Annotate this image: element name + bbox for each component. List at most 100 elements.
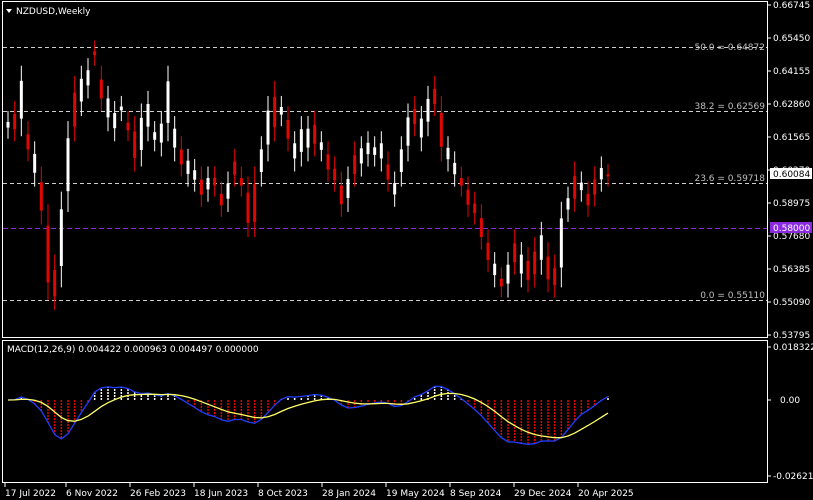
candle-body: [579, 182, 583, 191]
macd-tick: -0.026212: [773, 472, 813, 482]
candle-body: [193, 170, 197, 180]
price-tick: 0.56385: [773, 265, 810, 275]
candle-body: [593, 179, 597, 195]
candle-body: [386, 164, 390, 180]
candle-body: [306, 128, 310, 148]
candle-body: [99, 79, 103, 99]
fibo-label-0: 0.0 = 0.55110: [700, 291, 765, 301]
candle-body: [113, 113, 117, 129]
candle-body: [173, 128, 177, 148]
candle-body: [359, 148, 363, 164]
candle-body: [506, 264, 510, 284]
current-price-label: 0.60084: [773, 170, 810, 180]
price-tick: 0.53795: [773, 331, 810, 341]
candle-body: [159, 123, 163, 143]
chart-background: [0, 0, 813, 500]
candle-body: [419, 118, 423, 138]
price-tick: 0.65450: [773, 34, 810, 44]
candle-body: [119, 106, 123, 111]
trading-chart[interactable]: NZDUSD,Weekly 50.0 = 0.64872 38.2 = 0.62…: [0, 0, 813, 500]
candle-body: [559, 218, 563, 268]
candle-body: [139, 117, 143, 150]
candle-body: [573, 176, 577, 199]
candle-body: [326, 154, 330, 170]
candle-body: [19, 80, 23, 119]
candle-body: [53, 270, 57, 297]
candle-body: [293, 143, 297, 159]
candle-body: [553, 268, 557, 286]
candle-body: [353, 155, 357, 175]
candle-body: [299, 129, 303, 152]
candle-body: [566, 198, 570, 210]
candle-body: [586, 193, 590, 206]
candle-body: [46, 225, 50, 283]
candle-body: [253, 184, 257, 222]
candle-body: [266, 110, 270, 145]
candle-body: [259, 149, 263, 173]
macd-tick: 0.018322: [773, 343, 813, 353]
candle-body: [533, 251, 537, 275]
time-tick: 28 Jan 2024: [322, 489, 376, 499]
candle-body: [333, 168, 337, 181]
candle-body: [146, 104, 150, 127]
candle-body: [13, 114, 17, 130]
price-tick: 0.55090: [773, 298, 810, 308]
candle-body: [186, 160, 190, 174]
candle-body: [379, 143, 383, 159]
fibo-label-23: 23.6 = 0.59718: [694, 174, 765, 184]
candle-body: [393, 183, 397, 195]
candle-body: [433, 88, 437, 104]
candle-body: [133, 131, 137, 158]
candle-body: [219, 193, 223, 206]
symbol-title: NZDUSD,Weekly: [16, 7, 91, 17]
candle-body: [453, 162, 457, 175]
candle-body: [79, 78, 83, 102]
candle-body: [66, 138, 70, 192]
candle-body: [106, 98, 110, 118]
fibo-label-38: 38.2 = 0.62569: [694, 102, 765, 112]
time-tick: 6 Nov 2022: [66, 489, 118, 499]
candle-body: [233, 161, 237, 175]
time-tick: 26 Feb 2023: [130, 489, 186, 499]
candle-body: [26, 134, 30, 150]
candle-body: [486, 242, 490, 260]
candle-body: [166, 81, 170, 123]
candle-body: [513, 243, 517, 263]
candle-body: [519, 254, 523, 274]
time-tick: 8 Sep 2024: [450, 489, 502, 499]
candle-body: [473, 203, 477, 214]
candle-body: [86, 70, 90, 86]
macd-tick: 0.00: [780, 396, 800, 406]
candle-body: [539, 235, 543, 260]
candle-body: [279, 107, 283, 115]
candle-body: [319, 142, 323, 150]
candle-body: [493, 263, 497, 276]
candle-body: [339, 185, 343, 205]
candle-body: [179, 149, 183, 165]
candle-body: [459, 178, 463, 186]
candle-body: [39, 182, 43, 211]
time-tick: 20 Apr 2025: [578, 489, 634, 499]
candle-body: [313, 124, 317, 144]
candle-body: [286, 119, 290, 139]
time-tick: 17 Jul 2022: [5, 489, 56, 499]
candle-body: [399, 149, 403, 173]
candle-body: [426, 98, 430, 122]
price-tick: 0.61565: [773, 133, 810, 143]
candle-body: [499, 278, 503, 287]
price-tick: 0.58975: [773, 199, 810, 209]
candle-body: [206, 178, 210, 190]
candle-body: [33, 153, 37, 173]
price-tick: 0.62860: [773, 100, 810, 110]
candle-body: [273, 96, 277, 128]
time-tick: 19 May 2024: [386, 489, 445, 499]
candle-body: [126, 122, 130, 131]
candle-body: [406, 117, 410, 146]
candle-body: [373, 147, 377, 155]
candle-body: [439, 112, 443, 147]
candle-body: [246, 192, 250, 223]
candle-body: [366, 142, 370, 155]
candle-body: [546, 256, 550, 280]
fibo-label-50: 50.0 = 0.64872: [694, 43, 765, 53]
candle-body: [346, 179, 350, 198]
